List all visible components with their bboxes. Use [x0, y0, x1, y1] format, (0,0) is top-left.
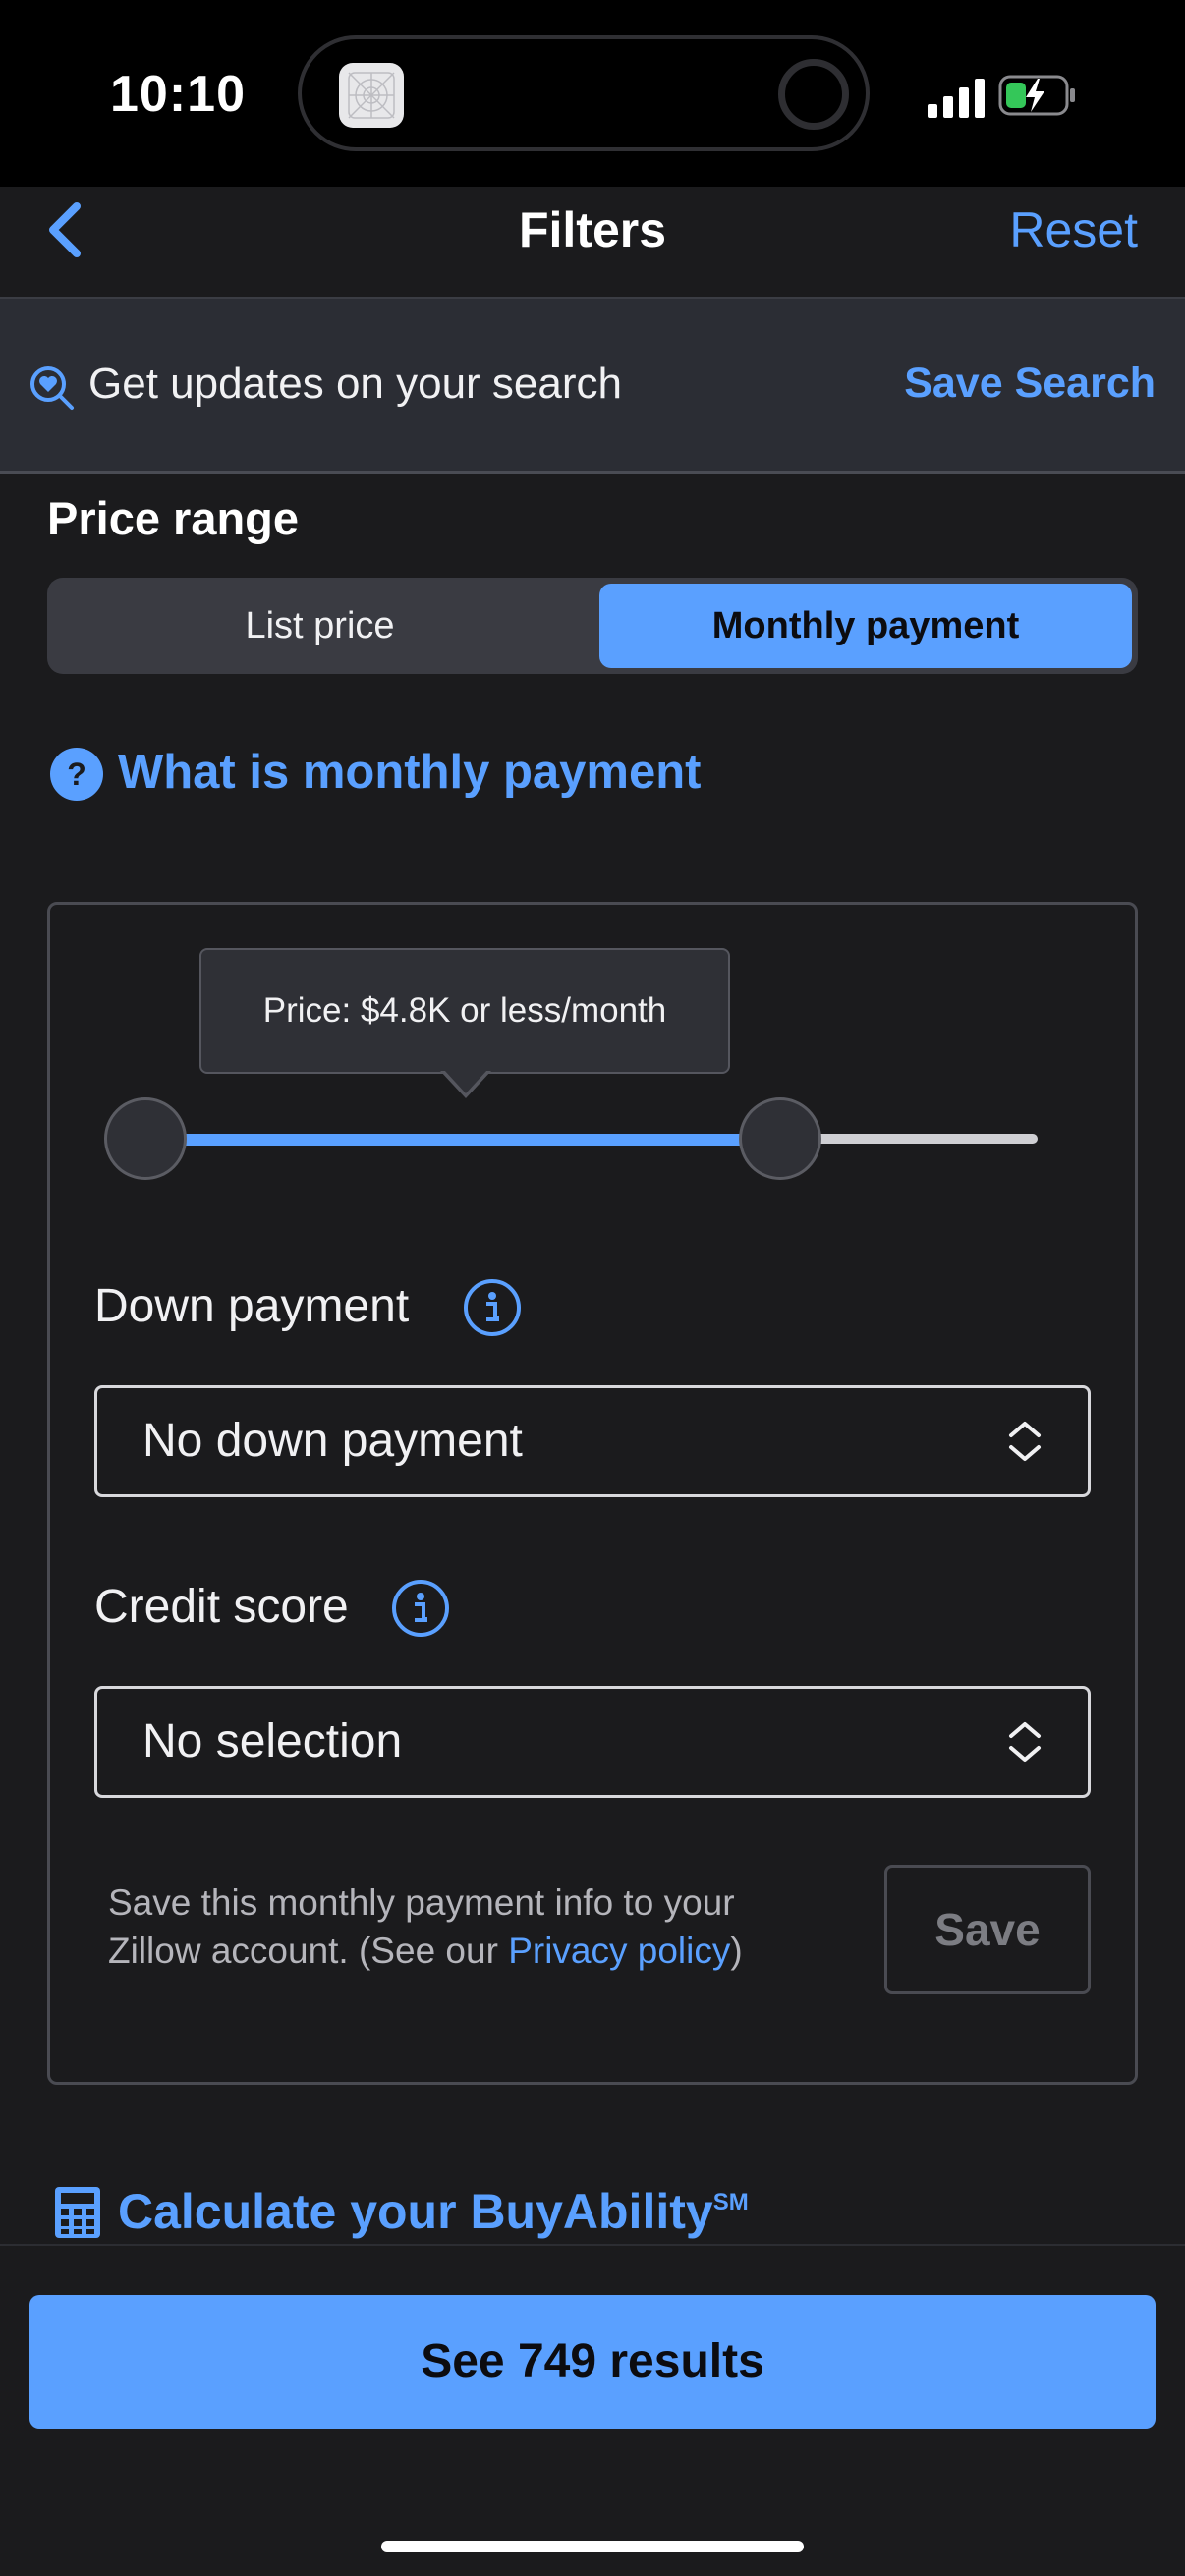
privacy-policy-link[interactable]: Privacy policy	[508, 1931, 730, 1971]
slider-max-handle[interactable]	[739, 1097, 821, 1180]
service-mark: SM	[712, 2189, 749, 2215]
calculate-buyability-link[interactable]: Calculate your BuyAbilitySM	[118, 2183, 749, 2240]
slider-min-handle[interactable]	[104, 1097, 187, 1180]
slider-selected-range	[147, 1134, 786, 1146]
save-search-banner: Get updates on your search Save Search	[0, 297, 1185, 474]
search-heart-icon	[30, 366, 74, 410]
save-button[interactable]: Save	[884, 1865, 1091, 1994]
down-payment-select[interactable]: No down payment	[94, 1385, 1091, 1497]
app-icon	[339, 63, 404, 128]
see-results-button[interactable]: See 749 results	[29, 2295, 1156, 2429]
save-search-button[interactable]: Save Search	[904, 360, 1156, 408]
status-bar: 10:10	[0, 0, 1185, 187]
calculator-icon	[55, 2187, 100, 2238]
price-range-heading: Price range	[47, 492, 300, 544]
tooltip-arrow-fill	[444, 1070, 487, 1093]
battery-icon	[998, 75, 1075, 116]
reset-button[interactable]: Reset	[1009, 201, 1138, 258]
page-title: Filters	[518, 202, 667, 257]
status-time: 10:10	[110, 66, 246, 123]
svg-text:?: ?	[67, 756, 86, 792]
down-payment-label: Down payment	[94, 1280, 410, 1332]
credit-score-label: Credit score	[94, 1581, 349, 1633]
signal-icon	[928, 79, 985, 118]
calculate-label: Calculate your BuyAbility	[118, 2184, 713, 2239]
save-info-note: Save this monthly payment info to your Z…	[108, 1878, 816, 1975]
home-indicator	[381, 2541, 804, 2552]
dynamic-island	[298, 35, 870, 151]
question-icon: ?	[50, 748, 103, 801]
chevron-up-down-icon	[1009, 1422, 1041, 1461]
tab-list-price[interactable]: List price	[47, 578, 592, 674]
info-icon[interactable]	[390, 1578, 451, 1639]
down-payment-value: No down payment	[142, 1415, 523, 1467]
banner-text: Get updates on your search	[88, 360, 622, 408]
credit-score-select[interactable]: No selection	[94, 1686, 1091, 1798]
info-icon[interactable]	[462, 1277, 523, 1338]
activity-ring-icon	[778, 59, 849, 130]
slider-tooltip: Price: $4.8K or less/month	[199, 948, 730, 1074]
credit-score-value: No selection	[142, 1715, 403, 1767]
what-is-monthly-payment-link[interactable]: What is monthly payment	[118, 745, 702, 800]
chevron-up-down-icon	[1009, 1722, 1041, 1762]
price-type-toggle: List price Monthly payment	[47, 578, 1138, 674]
save-note-close: )	[730, 1931, 743, 1971]
tab-monthly-payment[interactable]: Monthly payment	[599, 584, 1132, 668]
